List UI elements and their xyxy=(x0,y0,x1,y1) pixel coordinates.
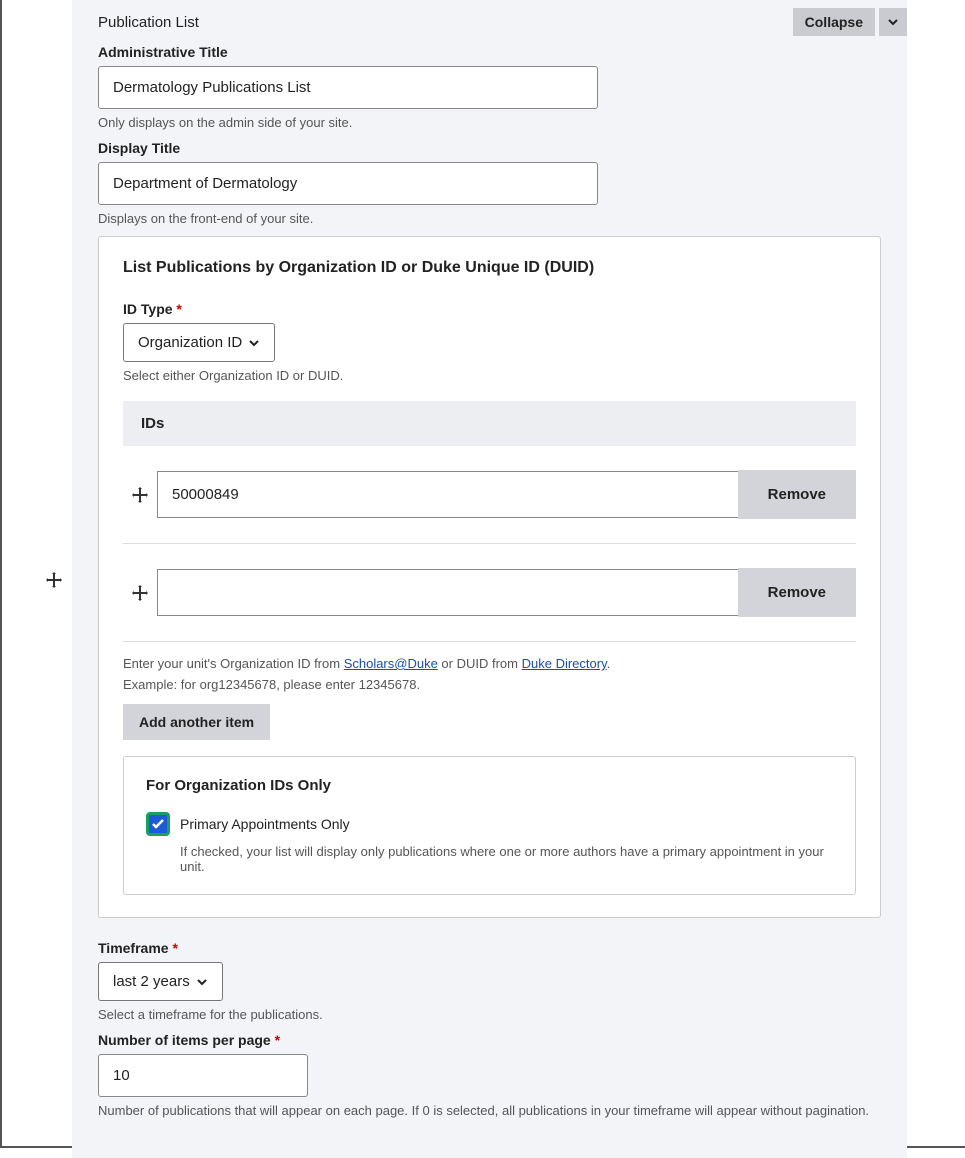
section-title: Publication List xyxy=(98,14,199,31)
scholars-link[interactable]: Scholars@Duke xyxy=(344,656,438,671)
publications-card: List Publications by Organization ID or … xyxy=(98,236,881,918)
id-type-select[interactable]: Organization ID xyxy=(123,323,275,362)
timeframe-label: Timeframe * xyxy=(98,940,881,956)
admin-title-input[interactable] xyxy=(98,66,598,109)
chevron-down-icon xyxy=(248,337,260,349)
id-type-help: Select either Organization ID or DUID. xyxy=(123,368,856,383)
collapse-chevron-button[interactable] xyxy=(879,8,907,36)
timeframe-help: Select a timeframe for the publications. xyxy=(98,1007,881,1022)
org-only-heading: For Organization IDs Only xyxy=(146,777,833,794)
primary-appointments-label: Primary Appointments Only xyxy=(180,816,350,832)
chevron-down-icon xyxy=(887,16,899,28)
row-drag-handle[interactable] xyxy=(123,487,157,503)
ids-example: Example: for org12345678, please enter 1… xyxy=(123,677,856,692)
org-only-card: For Organization IDs Only Primary Appoin… xyxy=(123,756,856,895)
chevron-down-icon xyxy=(196,976,208,988)
admin-title-label: Administrative Title xyxy=(98,44,881,60)
timeframe-select[interactable]: last 2 years xyxy=(98,962,223,1001)
row-drag-handle[interactable] xyxy=(123,585,157,601)
directory-link[interactable]: Duke Directory xyxy=(522,656,607,671)
block-drag-handle[interactable] xyxy=(46,572,62,593)
per-page-label: Number of items per page * xyxy=(98,1032,881,1048)
ids-header: IDs xyxy=(123,401,856,446)
id-row: Remove xyxy=(123,446,856,544)
publications-heading: List Publications by Organization ID or … xyxy=(123,259,856,277)
display-title-help: Displays on the front-end of your site. xyxy=(98,211,881,226)
primary-appointments-checkbox[interactable] xyxy=(146,812,170,836)
collapse-button[interactable]: Collapse xyxy=(793,8,875,36)
check-icon xyxy=(151,817,165,831)
remove-button[interactable]: Remove xyxy=(738,568,856,617)
display-title-input[interactable] xyxy=(98,162,598,205)
per-page-help: Number of publications that will appear … xyxy=(98,1103,881,1118)
id-row: Remove xyxy=(123,544,856,642)
id-input[interactable] xyxy=(157,471,738,518)
per-page-input[interactable] xyxy=(98,1054,308,1097)
id-input[interactable] xyxy=(157,569,738,616)
ids-help: Enter your unit's Organization ID from S… xyxy=(123,656,856,671)
id-type-label: ID Type * xyxy=(123,301,856,317)
display-title-label: Display Title xyxy=(98,140,881,156)
add-item-button[interactable]: Add another item xyxy=(123,704,270,740)
remove-button[interactable]: Remove xyxy=(738,470,856,519)
primary-appointments-help: If checked, your list will display only … xyxy=(180,844,833,874)
admin-title-help: Only displays on the admin side of your … xyxy=(98,115,881,130)
